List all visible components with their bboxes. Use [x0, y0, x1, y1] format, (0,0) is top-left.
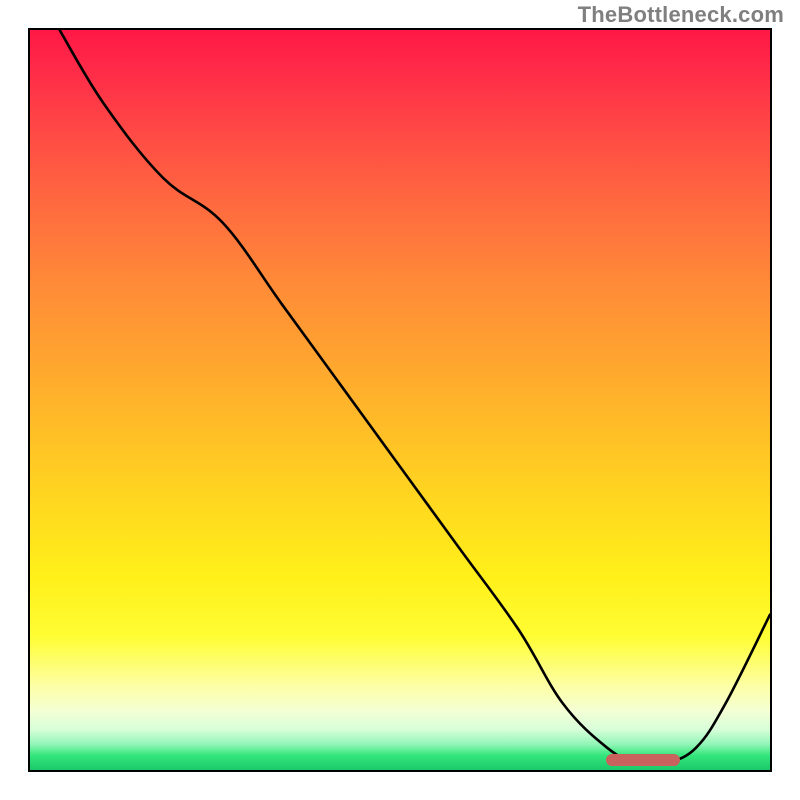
- watermark-text: TheBottleneck.com: [578, 2, 784, 28]
- chart-svg: [30, 30, 770, 770]
- curve-path: [60, 30, 770, 765]
- plot-frame: [28, 28, 772, 772]
- optimal-range-marker: [606, 754, 680, 766]
- chart-stage: TheBottleneck.com: [0, 0, 800, 800]
